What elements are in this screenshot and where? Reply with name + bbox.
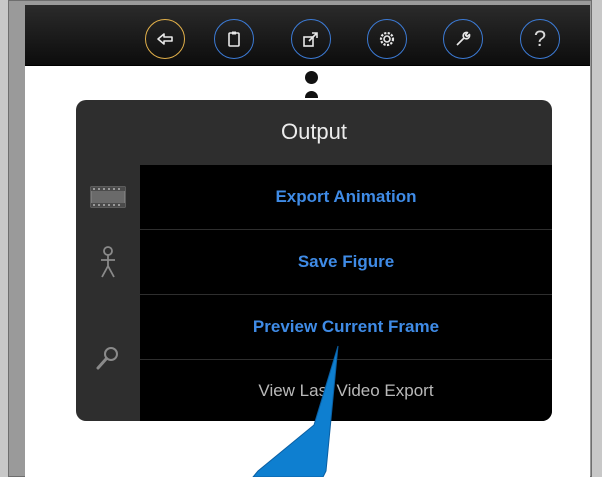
clipboard-icon xyxy=(228,31,240,47)
app-screen: ? Output Export Animation Save Figure Pr… xyxy=(25,5,590,477)
save-figure-button[interactable]: Save Figure xyxy=(140,230,552,294)
question-icon: ? xyxy=(533,26,547,51)
magnifier-icon xyxy=(76,295,140,421)
stick-figure-icon xyxy=(76,230,140,294)
back-button[interactable] xyxy=(145,19,185,59)
popover-title: Output xyxy=(280,119,348,144)
back-arrow-icon xyxy=(157,33,173,45)
popover-pointer-icon xyxy=(305,91,318,98)
export-button[interactable] xyxy=(291,19,331,59)
wrench-icon xyxy=(456,31,471,46)
film-strip-icon xyxy=(76,165,140,229)
help-button[interactable]: ? xyxy=(520,19,560,59)
tools-button[interactable] xyxy=(443,19,483,59)
clipboard-button[interactable] xyxy=(214,19,254,59)
view-last-video-export-button[interactable]: View Last Video Export xyxy=(140,360,552,421)
top-toolbar: ? xyxy=(25,5,590,66)
gear-icon xyxy=(379,31,395,47)
settings-button[interactable] xyxy=(367,19,407,59)
preview-current-frame-button[interactable]: Preview Current Frame xyxy=(140,295,552,359)
export-icon xyxy=(303,32,318,47)
export-animation-button[interactable]: Export Animation xyxy=(140,165,552,229)
handle-dot-icon xyxy=(305,71,318,84)
output-popover: Output Export Animation Save Figure Prev… xyxy=(76,100,552,421)
